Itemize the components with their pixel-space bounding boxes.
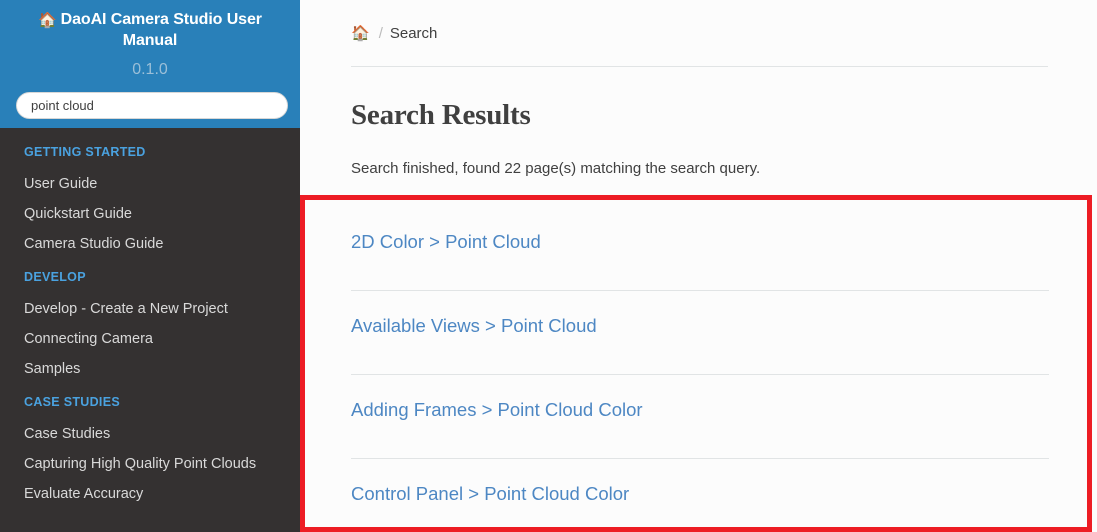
sidebar-item-develop-create-a-new-project[interactable]: Develop - Create a New Project: [0, 295, 300, 325]
main-content: 🏠 / Search Search Results Search finishe…: [300, 0, 1097, 532]
search-result-link[interactable]: Adding Frames > Point Cloud Color: [351, 399, 643, 421]
brand-title: DaoAI Camera Studio User Manual: [60, 11, 262, 49]
search-result-item: Control Panel > Point Cloud Color: [351, 459, 1049, 532]
search-result-link[interactable]: 2D Color > Point Cloud: [351, 231, 541, 253]
search-result-item: Available Views > Point Cloud: [351, 291, 1049, 375]
breadcrumb: 🏠 / Search: [351, 0, 1049, 66]
search-summary: Search finished, found 22 page(s) matchi…: [351, 160, 761, 177]
search-form: [14, 92, 288, 119]
sidebar-item-quickstart-guide[interactable]: Quickstart Guide: [0, 200, 300, 230]
search-result-link[interactable]: Available Views > Point Cloud: [351, 315, 597, 337]
result-child: Point Cloud: [501, 315, 597, 336]
sidebar-item-evaluate-accuracy[interactable]: Evaluate Accuracy: [0, 480, 300, 510]
sidebar: 🏠DaoAI Camera Studio User Manual 0.1.0 G…: [0, 0, 300, 532]
search-result-link[interactable]: Control Panel > Point Cloud Color: [351, 483, 629, 505]
result-separator: >: [485, 315, 496, 336]
sidebar-item-connecting-camera[interactable]: Connecting Camera: [0, 325, 300, 355]
page-title: Search Results: [351, 99, 531, 131]
sidebar-item-user-guide[interactable]: User Guide: [0, 170, 300, 200]
brand-home-link[interactable]: 🏠 DaoAI Camera Studio User Manual: [14, 8, 286, 51]
sidebar-item-capturing-high-quality-point-clouds[interactable]: Capturing High Quality Point Clouds: [0, 450, 300, 480]
result-child: Point Cloud: [445, 231, 541, 252]
breadcrumb-separator: /: [378, 24, 383, 42]
result-parent: Adding Frames: [351, 399, 477, 420]
sidebar-header: 🏠 DaoAI Camera Studio User Manual 0.1.0: [0, 0, 300, 128]
result-separator: >: [429, 231, 440, 252]
version-label: 0.1.0: [132, 61, 168, 78]
sidebar-nav: GETTING STARTED User Guide Quickstart Gu…: [0, 128, 300, 510]
sidebar-item-samples[interactable]: Samples: [0, 355, 300, 385]
result-parent: Control Panel: [351, 483, 464, 504]
result-child: Point Cloud Color: [497, 399, 643, 420]
search-result-item: 2D Color > Point Cloud: [351, 207, 1049, 291]
nav-caption-getting-started: GETTING STARTED: [24, 145, 146, 159]
result-parent: 2D Color: [351, 231, 424, 252]
result-child: Point Cloud Color: [484, 483, 630, 504]
content-inner: 🏠 / Search Search Results Search finishe…: [300, 0, 1097, 532]
search-input[interactable]: [16, 92, 288, 119]
breadcrumb-current: Search: [389, 24, 438, 42]
page-root: 🏠DaoAI Camera Studio User Manual 0.1.0 G…: [0, 0, 1097, 532]
result-separator: >: [468, 483, 480, 504]
result-separator: >: [481, 399, 493, 420]
nav-caption-develop: DEVELOP: [24, 270, 86, 284]
result-parent: Available Views: [351, 315, 480, 336]
home-icon: 🏠: [38, 12, 57, 29]
sidebar-item-case-studies[interactable]: Case Studies: [0, 420, 300, 450]
search-result-item: Adding Frames > Point Cloud Color: [351, 375, 1049, 459]
nav-caption-case-studies: CASE STUDIES: [24, 395, 120, 409]
breadcrumb-home-icon[interactable]: 🏠: [351, 26, 370, 41]
sidebar-item-camera-studio-guide[interactable]: Camera Studio Guide: [0, 230, 300, 260]
breadcrumb-divider: [351, 66, 1048, 67]
search-results-list: 2D Color > Point Cloud Available Views >…: [351, 207, 1049, 532]
